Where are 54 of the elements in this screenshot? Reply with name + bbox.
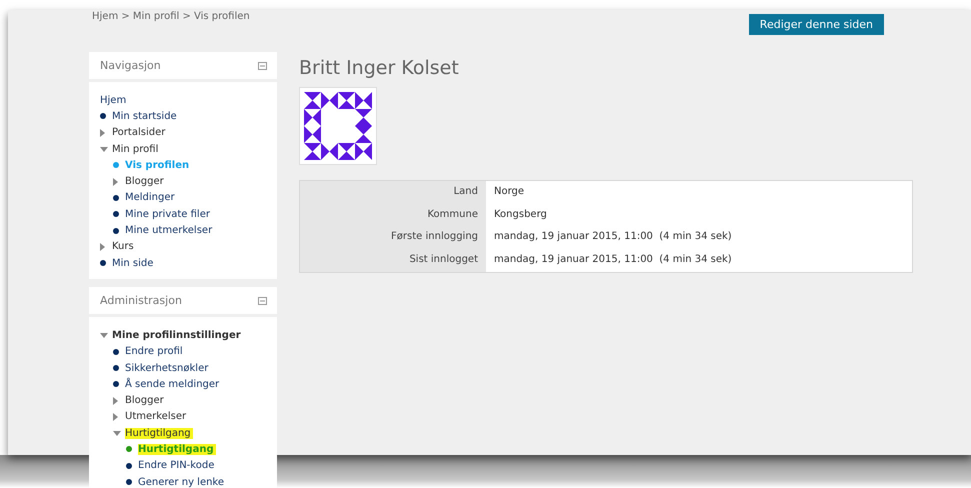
bullet-icon [100,113,106,120]
field-label: Første innlogging [300,226,486,250]
bullet-icon [113,228,119,234]
field-value: Kongsberg [493,208,548,222]
bullet-icon [113,162,119,168]
field-value: Norge [493,185,526,199]
nav-link[interactable]: Generer ny lenke [138,476,226,488]
nav-link[interactable]: Sikkerhetsnøkler [125,362,210,374]
nav-link[interactable]: Endre PIN-kode [138,460,216,472]
caret-down-icon[interactable] [113,430,121,436]
collapse-icon[interactable] [258,62,267,70]
caret-right-icon[interactable] [113,412,118,421]
nav-link[interactable]: Mine profilinnstillinger [112,330,243,341]
bullet-icon [126,462,132,469]
nav-link[interactable]: Blogger [125,395,166,406]
nav-link[interactable]: Kurs [112,241,136,252]
nav-link[interactable]: Hjem [100,94,128,106]
bullet-icon [113,194,119,201]
caret-right-icon[interactable] [100,242,105,251]
bullet-icon [113,381,119,388]
nav-link[interactable]: Blogger [125,176,166,188]
collapse-icon[interactable] [258,296,267,305]
bullet-icon [126,479,132,486]
bullet-icon [126,446,132,452]
bullet-icon [100,260,106,266]
nav-link[interactable]: Å sende meldinger [125,378,222,390]
field-label: Land [300,181,486,204]
nav-link[interactable]: Min side [112,258,156,269]
field-value: mandag, 19 januar 2015, 11:00 (4 min 34 sek) [493,230,733,244]
field-label: Sist innlogget [300,249,486,272]
nav-link[interactable]: Min profil [112,144,160,155]
block-title: Navigasjon [100,59,161,72]
nav-link[interactable]: Mine utmerkelser [125,225,214,236]
profile-name: Britt Inger Kolset [299,57,460,79]
caret-down-icon[interactable] [100,146,108,152]
nav-link[interactable]: Endre profil [125,346,185,358]
edit-page-button[interactable]: Rediger denne siden [748,14,884,35]
field-label: Kommune [300,204,486,226]
bullet-icon [113,348,119,355]
caret-right-icon[interactable] [113,178,118,186]
breadcrumb: Hjem > Min profil > Vis profilen [92,10,250,24]
nav-link[interactable]: Meldinger [125,192,177,204]
bullet-icon [113,365,119,371]
caret-right-icon[interactable] [100,128,105,137]
caret-down-icon[interactable] [100,332,108,338]
nav-link[interactable]: Min startside [112,110,179,122]
block-title: Administrasjon [100,294,182,308]
field-value: mandag, 19 januar 2015, 11:00 (4 min 34 sek) [493,253,733,268]
bullet-icon [113,211,119,218]
nav-link[interactable]: Utmerkelser [125,411,188,422]
nav-link[interactable]: Hurtigtilgang [125,428,193,439]
caret-right-icon[interactable] [113,396,118,405]
nav-link[interactable]: Mine private filer [125,208,212,220]
nav-link[interactable]: Portalsider [112,127,168,138]
